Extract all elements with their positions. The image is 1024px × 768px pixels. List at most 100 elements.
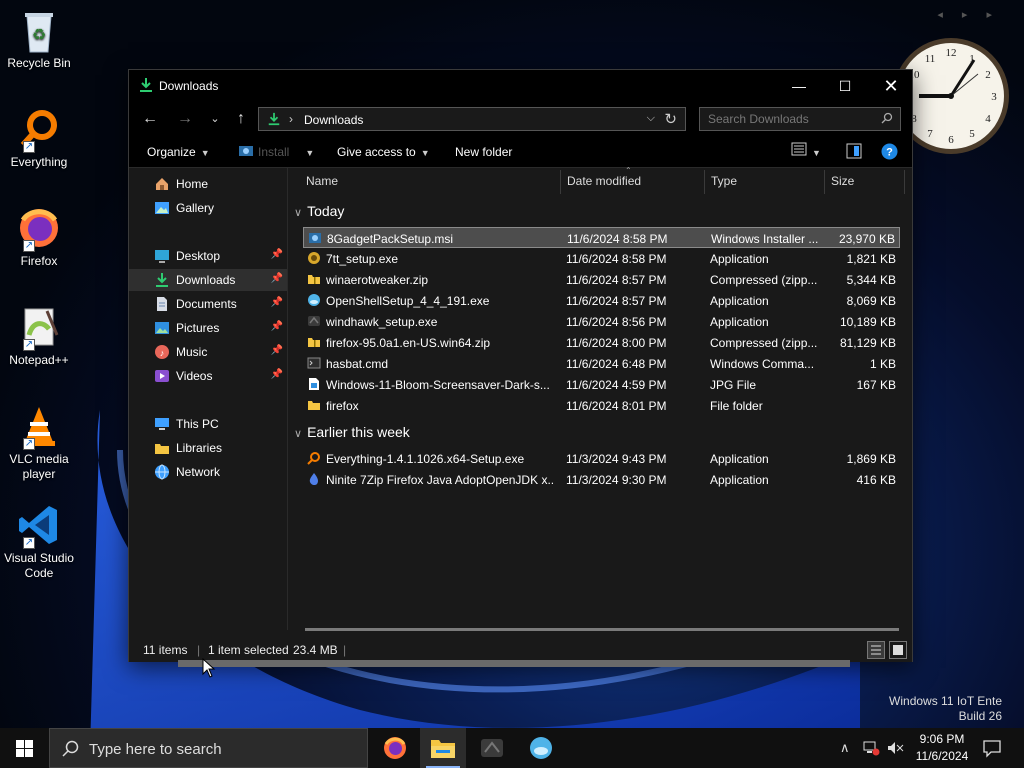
desktop-icon-vlc[interactable]: ↗ VLC media player: [4, 404, 74, 482]
column-divider[interactable]: [824, 170, 825, 194]
nav-item-desktop[interactable]: Desktop 📌: [129, 245, 287, 267]
system-clock[interactable]: 9:06 PM 11/6/2024: [912, 731, 972, 765]
file-row-winaerotweaker[interactable]: winaerotweaker.zip 11/6/2024 8:57 PM Com…: [303, 269, 900, 290]
pin-icon: 📌: [270, 369, 283, 380]
nav-item-home[interactable]: Home: [129, 173, 287, 195]
group-header-earlier-this-week[interactable]: ∨ Earlier this week: [294, 424, 410, 440]
file-row-firefox-zip[interactable]: firefox-95.0a1.en-US.win64.zip 11/6/2024…: [303, 332, 900, 353]
organize-button[interactable]: Organize ▼: [147, 145, 210, 159]
desktop-icon-label: VLC media player: [9, 452, 69, 481]
search-box[interactable]: [699, 107, 901, 131]
volume-muted-icon: [888, 742, 904, 754]
file-row-7tt-setup[interactable]: 7tt_setup.exe 11/6/2024 8:58 PM Applicat…: [303, 248, 900, 269]
nav-item-documents[interactable]: Documents 📌: [129, 293, 287, 315]
start-button[interactable]: [0, 728, 48, 768]
file-row-firefox-folder[interactable]: firefox 11/6/2024 8:01 PM File folder: [303, 395, 900, 416]
downloads-icon: [156, 273, 168, 287]
minimize-button[interactable]: —: [776, 70, 822, 102]
column-divider[interactable]: [560, 170, 561, 194]
taskbar: Type here to search ∧ 9:06 PM 11/6/2024: [0, 728, 1024, 768]
selection-size: 23.4 MB: [293, 643, 338, 657]
volume-icon[interactable]: [886, 740, 904, 759]
preview-pane-button[interactable]: [846, 143, 862, 162]
file-explorer-window[interactable]: Downloads — ☐ ✕ ← → ⌄ ↑ › Downloads ⌵ ↻ …: [128, 69, 913, 662]
desktop-icon-firefox[interactable]: ↗ Firefox: [4, 206, 74, 269]
taskbar-openshell[interactable]: [518, 728, 564, 768]
show-hidden-icons-button[interactable]: ∧: [840, 740, 850, 756]
close-button[interactable]: ✕: [868, 70, 914, 102]
file-row-hasbat-cmd[interactable]: hasbat.cmd 11/6/2024 6:48 PM Windows Com…: [303, 353, 900, 374]
nav-item-network[interactable]: Network: [129, 461, 287, 483]
forward-button[interactable]: →: [175, 110, 195, 128]
pin-icon: 📌: [270, 249, 283, 260]
file-row-ninite[interactable]: Ninite 7Zip Firefox Java AdoptOpenJDK x.…: [303, 469, 900, 490]
column-divider[interactable]: [904, 170, 905, 194]
nav-item-downloads[interactable]: Downloads 📌: [129, 269, 287, 291]
group-header-today[interactable]: ∨ Today: [294, 203, 344, 219]
svg-text:♪: ♪: [160, 348, 165, 358]
nav-item-videos[interactable]: Videos 📌: [129, 365, 287, 387]
chevron-down-icon: ∨: [294, 207, 303, 219]
selection-count: 1 item selected: [208, 643, 289, 657]
address-history-dropdown-icon[interactable]: ⌵: [647, 112, 655, 125]
shortcut-arrow-icon: ↗: [23, 339, 35, 351]
nav-item-this-pc[interactable]: This PC: [129, 413, 287, 435]
back-button[interactable]: ←: [140, 110, 160, 128]
file-row-everything-setup[interactable]: Everything-1.4.1.1026.x64-Setup.exe 11/3…: [303, 448, 900, 469]
install-button[interactable]: Install ▼: [238, 145, 314, 159]
pin-icon: 📌: [270, 273, 283, 284]
taskbar-search-box[interactable]: Type here to search: [49, 728, 368, 768]
recent-locations-button[interactable]: ⌄: [205, 110, 225, 128]
new-folder-button[interactable]: New folder: [455, 145, 512, 159]
large-icons-view-button[interactable]: [889, 641, 907, 659]
column-header-name[interactable]: Name: [306, 174, 338, 204]
notepad-plus-plus-icon: ↗: [17, 305, 61, 351]
column-divider[interactable]: [704, 170, 705, 194]
details-view-button[interactable]: [867, 641, 885, 659]
desktop-icon-notepad-plus-plus[interactable]: ↗ Notepad++: [4, 305, 74, 368]
taskbar-file-explorer[interactable]: [420, 728, 466, 768]
horizontal-scrollbar[interactable]: [305, 628, 899, 631]
navigation-bar: ← → ⌄ ↑ › Downloads ⌵ ↻: [129, 102, 912, 136]
status-divider: |: [197, 643, 201, 657]
taskbar-windhawk[interactable]: [469, 728, 515, 768]
nav-item-music[interactable]: ♪ Music 📌: [129, 341, 287, 363]
svg-text:?: ?: [886, 147, 893, 159]
chevron-down-icon: ∨: [294, 428, 303, 440]
msi-installer-icon: [309, 233, 321, 243]
refresh-icon[interactable]: ↻: [664, 110, 677, 128]
desktop-icon-everything[interactable]: ↗ Everything: [4, 107, 74, 170]
column-header-date[interactable]: Date modified: [567, 174, 641, 204]
shortcut-arrow-icon: ↗: [23, 537, 35, 549]
gadget-nav-arrows[interactable]: ◂ ▸ ▸: [937, 8, 1000, 21]
search-input[interactable]: [700, 108, 875, 130]
taskbar-firefox[interactable]: [372, 728, 418, 768]
notification-center-icon[interactable]: [982, 738, 1002, 758]
give-access-button[interactable]: Give access to ▼: [337, 145, 430, 159]
nav-item-pictures[interactable]: Pictures 📌: [129, 317, 287, 339]
maximize-button[interactable]: ☐: [822, 70, 868, 102]
file-row-8gadgetpacksetup[interactable]: 8GadgetPackSetup.msi 11/6/2024 8:58 PM W…: [303, 227, 900, 248]
address-bar[interactable]: › Downloads ⌵ ↻: [258, 107, 686, 131]
nav-item-libraries[interactable]: Libraries: [129, 437, 287, 459]
help-button[interactable]: ?: [881, 143, 898, 163]
zip-folder-icon: [308, 338, 320, 347]
nav-item-gallery[interactable]: Gallery: [129, 197, 287, 219]
file-row-bloom-screensaver[interactable]: Windows-11-Bloom-Screensaver-Dark-s... 1…: [303, 374, 900, 395]
svg-text:2: 2: [985, 69, 991, 81]
details-view-icon: [791, 142, 807, 156]
file-row-windhawk-setup[interactable]: windhawk_setup.exe 11/6/2024 8:56 PM App…: [303, 311, 900, 332]
desktop-icon-label: Firefox: [20, 254, 58, 268]
up-button[interactable]: ↑: [231, 110, 251, 128]
desktop-icon-label: Recycle Bin: [7, 56, 71, 70]
desktop-icon-vscode[interactable]: ↗ Visual Studio Code: [4, 503, 74, 581]
column-header-type[interactable]: Type: [711, 174, 737, 204]
desktop-icon-recycle-bin[interactable]: ♻ Recycle Bin: [4, 8, 74, 71]
column-header-size[interactable]: Size: [831, 174, 854, 204]
breadcrumb-downloads[interactable]: Downloads: [304, 113, 363, 127]
vlc-icon: ↗: [17, 404, 61, 450]
change-view-button[interactable]: ▼: [791, 142, 821, 159]
file-row-openshellsetup[interactable]: OpenShellSetup_4_4_191.exe 11/6/2024 8:5…: [303, 290, 900, 311]
network-status-icon[interactable]: [862, 740, 880, 759]
title-bar[interactable]: Downloads — ☐ ✕: [129, 70, 912, 102]
